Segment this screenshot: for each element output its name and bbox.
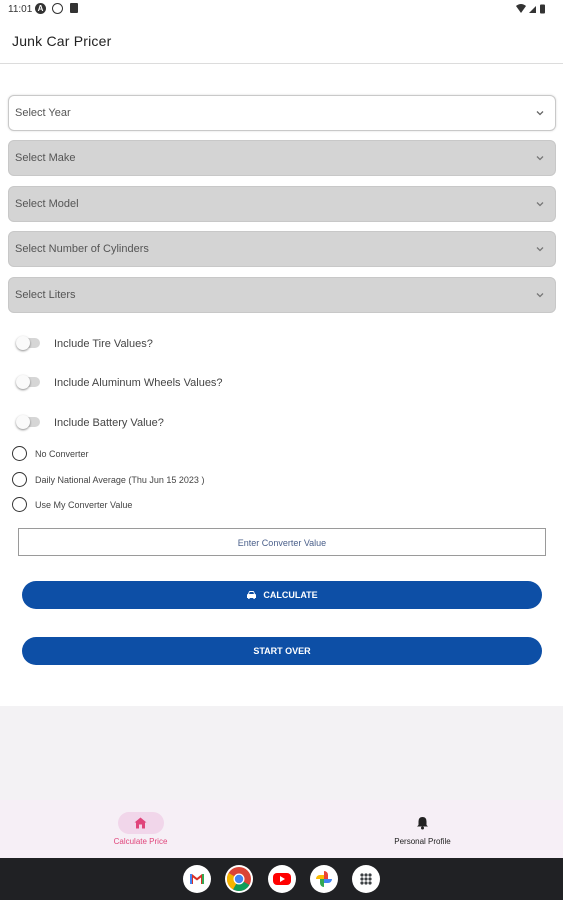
app-drawer-icon[interactable] — [352, 865, 380, 893]
toggle-battery-value-label: Include Battery Value? — [54, 417, 164, 429]
chevron-down-icon — [536, 111, 544, 116]
start-over-button-label: START OVER — [253, 646, 311, 656]
chevron-down-icon — [536, 202, 544, 207]
toggle-knob — [16, 415, 30, 429]
chrome-glyph — [226, 867, 251, 892]
bell-icon — [417, 817, 428, 830]
photos-icon[interactable] — [310, 865, 338, 893]
status-time: 11:01 — [8, 4, 33, 15]
select-year[interactable]: Select Year — [8, 95, 556, 131]
sd-card-icon — [70, 3, 78, 13]
car-icon — [247, 591, 257, 599]
converter-value-input[interactable]: Enter Converter Value — [18, 528, 546, 556]
select-model-label: Select Model — [15, 198, 79, 210]
status-bar: 11:01 A — [0, 0, 563, 20]
select-liters[interactable]: Select Liters — [8, 277, 556, 313]
nav-item-personal-profile[interactable]: Personal Profile — [282, 800, 563, 858]
notification-a-icon: A — [35, 3, 46, 14]
calculate-button-label: CALCULATE — [263, 590, 318, 600]
gmail-icon[interactable] — [183, 865, 211, 893]
toggle-knob — [16, 336, 30, 350]
app-drawer-glyph — [360, 873, 372, 885]
calculate-button[interactable]: CALCULATE — [22, 581, 542, 609]
converter-value-placeholder: Enter Converter Value — [237, 538, 327, 548]
chevron-down-icon — [536, 293, 544, 298]
nav-item-calculate-price-label: Calculate Price — [113, 837, 168, 846]
system-dock — [0, 858, 563, 900]
youtube-glyph — [273, 873, 291, 885]
radio-no-converter[interactable] — [12, 446, 27, 461]
chrome-icon[interactable] — [225, 865, 253, 893]
toggle-knob — [16, 375, 30, 389]
select-make[interactable]: Select Make — [8, 140, 556, 176]
toggle-aluminum-wheels[interactable] — [16, 375, 40, 389]
radio-my-converter-value[interactable] — [12, 497, 27, 512]
select-cylinders-label: Select Number of Cylinders — [15, 243, 149, 255]
gmail-glyph — [190, 874, 204, 884]
toggle-tire-values[interactable] — [16, 336, 40, 350]
select-year-label: Select Year — [15, 107, 71, 119]
notification-circle-icon — [52, 3, 63, 14]
chevron-down-icon — [536, 156, 544, 161]
toggle-tire-values-label: Include Tire Values? — [54, 338, 153, 350]
select-cylinders[interactable]: Select Number of Cylinders — [8, 231, 556, 267]
home-icon — [134, 817, 147, 829]
radio-my-converter-value-label: Use My Converter Value — [35, 500, 133, 510]
content-background — [0, 706, 563, 800]
select-liters-label: Select Liters — [15, 289, 76, 301]
select-model[interactable]: Select Model — [8, 186, 556, 222]
start-over-button[interactable]: START OVER — [22, 637, 542, 665]
nav-item-personal-profile-label: Personal Profile — [394, 837, 451, 846]
app-bar: Junk Car Pricer — [0, 20, 563, 64]
nav-item-calculate-price[interactable]: Calculate Price — [0, 800, 281, 858]
radio-daily-national-average[interactable] — [12, 472, 27, 487]
select-make-label: Select Make — [15, 152, 76, 164]
radio-daily-national-average-label: Daily National Average (Thu Jun 15 2023 … — [35, 475, 205, 485]
toggle-battery-value[interactable] — [16, 415, 40, 429]
photos-glyph — [316, 871, 332, 887]
page-title: Junk Car Pricer — [12, 33, 112, 49]
radio-no-converter-label: No Converter — [35, 449, 89, 459]
bottom-navigation: Calculate Price Personal Profile — [0, 800, 563, 858]
youtube-icon[interactable] — [268, 865, 296, 893]
chevron-down-icon — [536, 247, 544, 252]
wifi-signal-battery-icon — [516, 4, 545, 14]
toggle-aluminum-wheels-label: Include Aluminum Wheels Values? — [54, 377, 223, 389]
